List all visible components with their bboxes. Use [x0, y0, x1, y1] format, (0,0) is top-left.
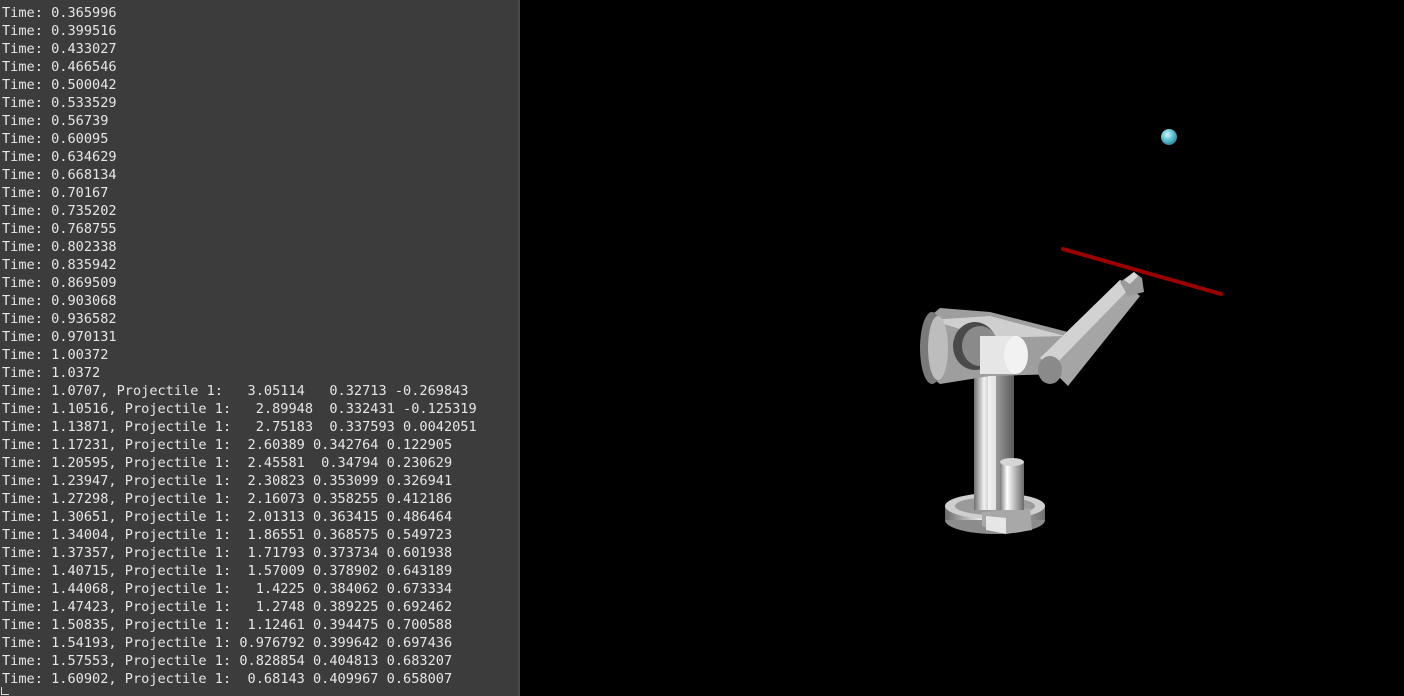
console-line: Time: 0.970131 [2, 329, 117, 345]
console-line: Time: 1.23947, Projectile 1: 2.30823 0.3… [2, 473, 453, 489]
console-line: Time: 1.47423, Projectile 1: 1.2748 0.38… [2, 599, 453, 615]
console-line: Time: 1.0372 [2, 365, 101, 381]
console-line: Time: 1.44068, Projectile 1: 1.4225 0.38… [2, 581, 453, 597]
console-line: Time: 0.802338 [2, 239, 117, 255]
console-line: Time: 0.869509 [2, 275, 117, 291]
console-line: Time: 0.60095 [2, 131, 109, 147]
projectile-ball [1161, 129, 1177, 145]
app-window: Time: 0.365996 Time: 0.399516 Time: 0.4330… [0, 0, 1404, 696]
console-line: Time: 1.00372 [2, 347, 109, 363]
console-line: Time: 1.40715, Projectile 1: 1.57009 0.3… [2, 563, 453, 579]
console-line: Time: 0.500042 [2, 77, 117, 93]
console-line: Time: 1.0707, Projectile 1: 3.05114 0.32… [2, 383, 469, 399]
console-line: Time: 1.37357, Projectile 1: 1.71793 0.3… [2, 545, 453, 561]
scene-canvas[interactable] [520, 0, 1404, 696]
console-line: Time: 1.20595, Projectile 1: 2.45581 0.3… [2, 455, 453, 471]
console-line: Time: 1.57553, Projectile 1: 0.828854 0.… [2, 653, 453, 669]
console-line: Time: 1.30651, Projectile 1: 2.01313 0.3… [2, 509, 453, 525]
console-log: Time: 0.365996 Time: 0.399516 Time: 0.4330… [0, 0, 518, 688]
console-line: Time: 0.936582 [2, 311, 117, 327]
console-line: Time: 0.668134 [2, 167, 117, 183]
console-line: Time: 1.27298, Projectile 1: 2.16073 0.3… [2, 491, 453, 507]
console-line: Time: 1.54193, Projectile 1: 0.976792 0.… [2, 635, 453, 651]
console-line: Time: 1.50835, Projectile 1: 1.12461 0.3… [2, 617, 453, 633]
console-line: Time: 0.433027 [2, 41, 117, 57]
console-cursor [1, 687, 9, 695]
console-line: Time: 0.533529 [2, 95, 117, 111]
console-line: Time: 0.365996 [2, 5, 117, 21]
console-line: Time: 1.13871, Projectile 1: 2.75183 0.3… [2, 419, 477, 435]
console-line: Time: 1.17231, Projectile 1: 2.60389 0.3… [2, 437, 453, 453]
console-output[interactable]: Time: 0.365996 Time: 0.399516 Time: 0.4330… [0, 0, 518, 696]
3d-viewport[interactable] [520, 0, 1404, 696]
console-line: Time: 0.835942 [2, 257, 117, 273]
robot-arm [920, 272, 1144, 534]
console-line: Time: 1.60902, Projectile 1: 0.68143 0.4… [2, 671, 453, 687]
console-line: Time: 0.399516 [2, 23, 117, 39]
console-line: Time: 0.735202 [2, 203, 117, 219]
console-line: Time: 0.903068 [2, 293, 117, 309]
console-line: Time: 1.10516, Projectile 1: 2.89948 0.3… [2, 401, 477, 417]
console-line: Time: 0.56739 [2, 113, 109, 129]
console-line: Time: 0.466546 [2, 59, 117, 75]
console-line: Time: 0.70167 [2, 185, 109, 201]
console-line: Time: 1.34004, Projectile 1: 1.86551 0.3… [2, 527, 453, 543]
console-line: Time: 0.634629 [2, 149, 117, 165]
console-line: Time: 0.768755 [2, 221, 117, 237]
